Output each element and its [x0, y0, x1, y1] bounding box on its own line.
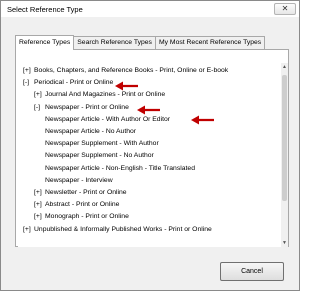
- title-bar: Select Reference Type ✕: [1, 1, 299, 17]
- dialog-title: Select Reference Type: [7, 5, 83, 14]
- tree-item[interactable]: Newspaper Supplement - With Author: [45, 139, 159, 149]
- tree-item-label: Periodical - Print or Online: [34, 79, 114, 87]
- tab-search-reference-types[interactable]: Search Reference Types: [73, 36, 156, 49]
- tree-item[interactable]: Newspaper - Interview: [45, 176, 113, 186]
- tree-item[interactable]: Newspaper Supplement - No Author: [45, 151, 154, 161]
- tree-item[interactable]: Newspaper Article - Non-English - Title …: [45, 164, 195, 174]
- tree-item-label: Monograph - Print or Online: [45, 213, 129, 221]
- tree-item-label: Newspaper Article - Non-English - Title …: [45, 164, 195, 172]
- expand-toggle[interactable]: [+]: [34, 90, 45, 100]
- expand-toggle[interactable]: [+]: [34, 188, 45, 198]
- reference-type-tree[interactable]: [+] Books, Chapters, and Reference Books …: [18, 63, 281, 247]
- cancel-button[interactable]: Cancel: [220, 262, 284, 281]
- tree-item-label: Unpublished & Informally Published Works…: [34, 225, 212, 233]
- tree-item-label: Newspaper Article - With Author Or Edito…: [45, 115, 171, 123]
- annotation-arrow-icon: [191, 115, 214, 125]
- tree-item[interactable]: [+] Abstract - Print or Online: [34, 200, 119, 210]
- tree-item[interactable]: [-] Newspaper - Print or Online: [34, 103, 129, 113]
- tree-item-label: Newspaper Supplement - No Author: [45, 152, 154, 160]
- expand-toggle[interactable]: [+]: [23, 225, 34, 235]
- tree-item[interactable]: [+] Books, Chapters, and Reference Books …: [23, 66, 228, 76]
- select-reference-type-dialog: Select Reference Type ✕ Reference Types …: [0, 0, 300, 291]
- tree-scrollbar[interactable]: ▲ ▼: [281, 63, 288, 247]
- tree-item-label: Books, Chapters, and Reference Books - P…: [34, 67, 229, 74]
- tree-item[interactable]: [+] Unpublished & Informally Published Wo…: [23, 225, 212, 235]
- annotation-arrow-icon: [115, 81, 138, 91]
- tree-item-label: Newspaper Article - No Author: [45, 128, 137, 135]
- tree-item-label: Newspaper Supplement - With Author: [45, 140, 159, 148]
- expand-toggle[interactable]: [+]: [34, 212, 45, 222]
- close-icon: ✕: [281, 4, 289, 13]
- tree-item-label: Newspaper - Print or Online: [45, 103, 129, 111]
- close-button[interactable]: ✕: [274, 3, 296, 15]
- collapse-toggle[interactable]: [-]: [23, 78, 34, 88]
- tree-item[interactable]: Newspaper Article - No Author: [45, 127, 136, 137]
- scroll-thumb[interactable]: [282, 75, 287, 201]
- tree-item-label: Newsletter - Print or Online: [45, 189, 127, 196]
- tab-reference-types[interactable]: Reference Types: [15, 35, 75, 50]
- tree-item-label: Journal And Magazines - Print or Online: [45, 91, 166, 99]
- tab-recent-reference-types[interactable]: My Most Recent Reference Types: [154, 36, 266, 49]
- expand-toggle[interactable]: [+]: [34, 200, 45, 210]
- tree-item[interactable]: [-] Periodical - Print or Online: [23, 78, 113, 88]
- tree-item[interactable]: [+] Monograph - Print or Online: [34, 212, 129, 222]
- tree-item[interactable]: [+] Journal And Magazines - Print or Onli…: [34, 90, 165, 100]
- tree-item-label: Newspaper - Interview: [45, 176, 113, 184]
- scroll-down-icon[interactable]: ▼: [281, 239, 288, 247]
- scroll-up-icon[interactable]: ▲: [281, 63, 288, 71]
- tree-item[interactable]: Newspaper Article - With Author Or Edito…: [45, 115, 170, 125]
- tree-item-label: Abstract - Print or Online: [45, 201, 120, 209]
- tab-strip: Reference Types Search Reference Types M…: [15, 35, 266, 50]
- expand-toggle[interactable]: [+]: [23, 66, 34, 76]
- tree-item[interactable]: [+] Newsletter - Print or Online: [34, 188, 127, 198]
- collapse-toggle[interactable]: [-]: [34, 103, 45, 113]
- annotation-arrow-icon: [137, 105, 160, 115]
